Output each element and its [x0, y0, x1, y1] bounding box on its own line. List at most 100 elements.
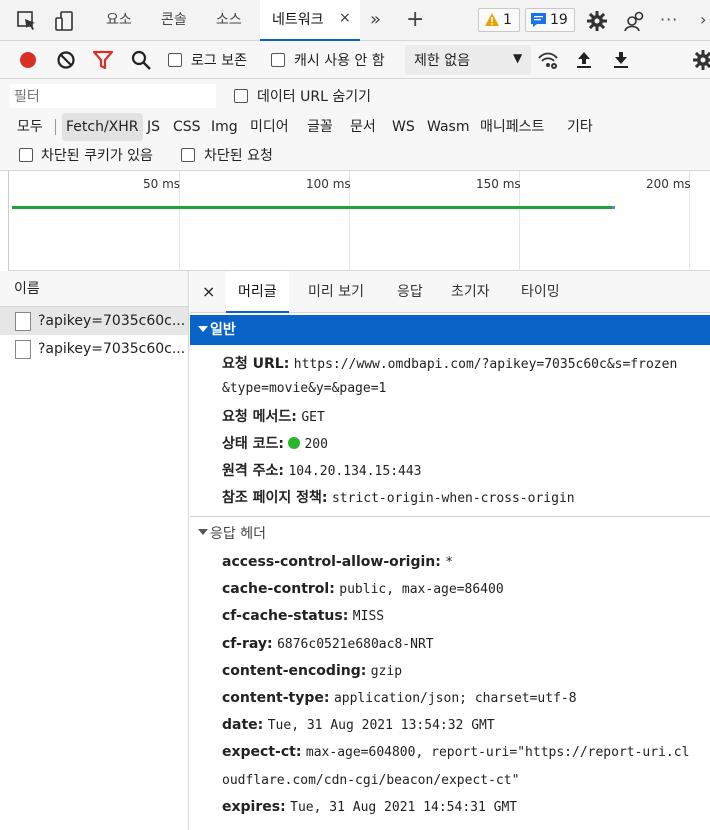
messages-badge[interactable]: 19	[525, 8, 575, 32]
timeline-tick-label: 150 ms	[476, 177, 521, 191]
export-har-icon[interactable]	[610, 49, 632, 71]
tab-initiator[interactable]: 초기자	[451, 271, 490, 313]
overflow-menu-icon[interactable]: ···	[660, 0, 678, 41]
timeline-tick-label: 100 ms	[306, 177, 351, 191]
network-settings-gear-icon[interactable]	[692, 49, 710, 71]
timeline-tick-label: 200 ms	[646, 177, 691, 191]
preserve-log-checkbox[interactable]	[168, 53, 182, 67]
expanded-triangle-icon	[198, 326, 208, 332]
filter-type-doc[interactable]: 문서	[350, 113, 376, 141]
warnings-count: 1	[503, 12, 512, 28]
request-url-continued: &type=movie&y=&page=1	[222, 380, 386, 396]
tab-elements[interactable]: 요소	[106, 0, 132, 41]
device-emulation-icon[interactable]	[54, 10, 76, 32]
tab-timing[interactable]: 타이밍	[521, 271, 560, 313]
filter-type-other[interactable]: 기타	[567, 113, 593, 141]
add-tab-icon[interactable]: +	[406, 0, 424, 41]
filter-type-all[interactable]: 모두	[17, 113, 43, 141]
blocked-requests-label: 차단된 요청	[204, 148, 273, 164]
filter-type-fetch-xhr[interactable]: Fetch/XHR	[62, 113, 143, 141]
clear-icon[interactable]	[55, 49, 77, 71]
response-header-row: access-control-allow-origin: *	[222, 554, 453, 570]
network-conditions-icon[interactable]	[537, 49, 559, 71]
hide-data-urls-checkbox[interactable]	[234, 89, 248, 103]
preserve-log-label: 로그 보존	[191, 53, 247, 69]
throttling-select[interactable]: 제한 없음 ▼	[405, 45, 531, 75]
close-tab-icon[interactable]: ×	[339, 10, 351, 26]
tab-headers[interactable]: 머리글	[226, 271, 289, 313]
tab-console[interactable]: 콘솔	[161, 0, 187, 41]
throttling-value: 제한 없음	[414, 53, 470, 69]
disable-cache-label: 캐시 사용 안 함	[294, 53, 385, 69]
blocked-cookies-checkbox[interactable]	[19, 148, 33, 162]
remote-address-label: 원격 주소:	[222, 463, 284, 479]
request-list: 이름 ?apikey=7035c60c... ?apikey=7035c60c.…	[0, 271, 189, 830]
warnings-badge[interactable]: 1	[478, 8, 520, 32]
tab-response[interactable]: 응답	[397, 271, 423, 313]
settings-gear-icon[interactable]	[586, 10, 608, 32]
import-har-icon[interactable]	[573, 49, 595, 71]
network-toolbar: 로그 보존 캐시 사용 안 함 제한 없음 ▼	[0, 41, 710, 79]
filter-type-ws[interactable]: WS	[392, 113, 415, 141]
message-icon	[531, 13, 546, 27]
filter-type-css[interactable]: CSS	[173, 113, 201, 141]
request-list-header[interactable]: 이름	[0, 271, 188, 307]
response-header-value: gzip	[370, 664, 403, 679]
request-row[interactable]: ?apikey=7035c60c...	[0, 307, 188, 335]
request-url-label: 요청 URL:	[222, 356, 290, 372]
timeline-request-bar	[12, 206, 612, 209]
divider	[55, 119, 56, 135]
timeline-tick-label: 50 ms	[143, 177, 181, 191]
response-header-value: max-age=604800, report-uri="https://repo…	[305, 745, 690, 760]
tab-sources[interactable]: 소스	[216, 0, 242, 41]
response-header-value: oudflare.com/cdn-cgi/beacon/expect-ct"	[222, 773, 520, 788]
feedback-people-icon[interactable]	[624, 10, 646, 32]
response-header-value: public, max-age=86400	[339, 582, 504, 597]
filter-type-img[interactable]: Img	[211, 113, 238, 141]
response-headers-section-header[interactable]: 응답 헤더	[198, 523, 266, 543]
more-tabs-icon[interactable]: »	[370, 0, 381, 41]
filter-icon[interactable]	[92, 49, 114, 71]
filter-type-font[interactable]: 글꼴	[307, 113, 333, 141]
document-icon	[15, 340, 31, 359]
response-headers-title: 응답 헤더	[210, 526, 266, 542]
close-details-icon[interactable]: ×	[202, 282, 215, 301]
record-icon[interactable]	[17, 49, 39, 71]
request-method-label: 요청 메서드:	[222, 409, 297, 425]
response-header-value: MISS	[352, 609, 385, 624]
status-code-row: 상태 코드: 200	[222, 433, 328, 453]
response-header-name: cf-ray:	[222, 636, 273, 652]
response-header-row: expect-ct: max-age=604800, report-uri="h…	[222, 744, 689, 760]
response-header-value: *	[445, 555, 454, 570]
response-header-name: cf-cache-status:	[222, 608, 349, 624]
request-url-value: https://www.omdbapi.com/?apikey=7035c60c…	[293, 357, 678, 372]
search-icon[interactable]	[130, 49, 152, 71]
request-url-value-cont: &type=movie&y=&page=1	[222, 381, 387, 396]
request-method-row: 요청 메서드: GET	[222, 406, 325, 426]
filter-type-manifest[interactable]: 매니페스트	[480, 113, 544, 141]
close-devtools-icon[interactable]: ›	[700, 0, 706, 41]
response-header-value: 6876c0521e680ac8-NRT	[277, 637, 434, 652]
blocked-requests-checkbox[interactable]	[181, 148, 195, 162]
general-section-header[interactable]: 일반	[190, 315, 710, 345]
warning-icon	[485, 13, 499, 26]
response-header-name: access-control-allow-origin:	[222, 554, 441, 570]
tab-preview[interactable]: 미리 보기	[308, 271, 364, 313]
request-name: ?apikey=7035c60c...	[38, 341, 186, 357]
filter-type-media[interactable]: 미디어	[250, 113, 289, 141]
filter-type-wasm[interactable]: Wasm	[427, 113, 469, 141]
timeline-overview[interactable]: 50 ms 100 ms 150 ms 200 ms	[8, 171, 710, 271]
status-ok-icon	[288, 437, 301, 449]
filter-type-js[interactable]: JS	[147, 113, 160, 141]
response-header-name: cache-control:	[222, 581, 335, 597]
response-header-row: content-type: application/json; charset=…	[222, 690, 577, 706]
request-row[interactable]: ?apikey=7035c60c...	[0, 335, 188, 363]
remote-address-value: 104.20.134.15:443	[288, 464, 422, 479]
inspect-element-icon[interactable]	[16, 10, 38, 32]
referrer-policy-value: strict-origin-when-cross-origin	[331, 491, 575, 506]
referrer-policy-label: 참조 페이지 정책:	[222, 490, 328, 506]
response-header-name: date:	[222, 717, 264, 733]
filter-input[interactable]	[10, 84, 216, 108]
response-header-name: expect-ct:	[222, 744, 302, 760]
disable-cache-checkbox[interactable]	[271, 53, 285, 67]
